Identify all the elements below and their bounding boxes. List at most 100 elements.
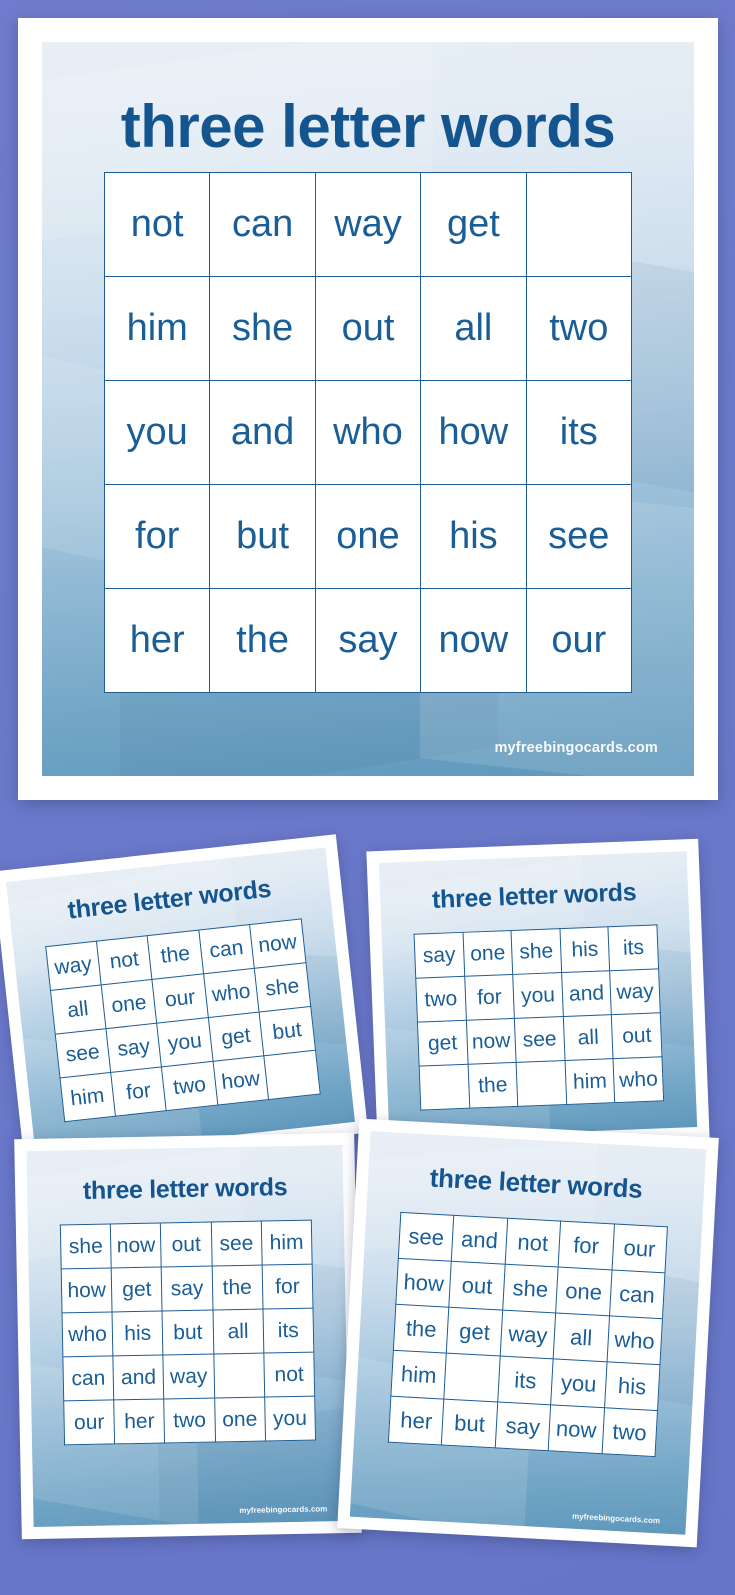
bingo-cell[interactable]: all [563,1014,614,1061]
bingo-cell[interactable]: our [63,1399,115,1445]
bingo-cell[interactable]: but [162,1310,214,1355]
bingo-cell[interactable]: can [62,1355,114,1401]
bingo-cell[interactable]: his [112,1310,164,1356]
bingo-cell[interactable]: say [414,932,465,979]
bingo-cell[interactable]: get [446,1307,503,1357]
bingo-cell[interactable]: for [110,1066,167,1117]
bingo-cell[interactable]: get [417,1020,468,1067]
bingo-cell[interactable]: she [60,1223,112,1269]
bingo-cell[interactable]: one [462,930,513,977]
bingo-cell[interactable]: say [495,1401,551,1451]
bingo-cell[interactable]: our [611,1224,668,1273]
bingo-cell[interactable]: all [49,984,106,1035]
bingo-cell[interactable]: who [203,968,260,1018]
bingo-card-thumbnail-4[interactable]: three letter words see and not for our how out… [337,1118,719,1548]
bingo-cell[interactable]: now [110,1223,162,1268]
bingo-cell[interactable]: its [525,380,633,486]
bingo-cell[interactable]: how [212,1055,269,1106]
bingo-cell[interactable]: two [164,1398,216,1443]
bingo-card-thumbnail-2[interactable]: three letter words say one she his its two for… [366,838,710,1152]
bingo-cell[interactable]: her [103,588,211,694]
bingo-grid[interactable]: see and not for our how out she one can the get way a… [387,1211,668,1458]
bingo-cell[interactable]: one [214,1397,266,1442]
bingo-card-thumbnail-3[interactable]: three letter words she now out see him how get… [14,1132,362,1540]
bingo-cell[interactable]: how [420,380,527,486]
bingo-cell[interactable]: our [525,588,633,694]
bingo-cell[interactable]: way [499,1310,556,1359]
bingo-cell[interactable]: out [449,1261,505,1311]
bingo-cell[interactable]: way [609,968,661,1015]
bingo-cell[interactable]: out [160,1222,212,1267]
bingo-card-thumbnail-1[interactable]: three letter words way not the can now all one… [0,834,369,1170]
bingo-cell[interactable]: she [254,962,311,1013]
bingo-cell[interactable]: her [388,1396,445,1446]
bingo-cell[interactable]: his [604,1361,660,1411]
bingo-cell[interactable]: get [111,1266,163,1312]
bingo-cell[interactable]: how [61,1267,113,1313]
bingo-cell[interactable]: not [103,172,211,278]
bingo-cell[interactable]: her [113,1398,165,1444]
bingo-cell[interactable]: and [451,1215,508,1265]
bingo-cell[interactable]: its [497,1356,554,1405]
bingo-cell[interactable]: for [261,1264,313,1310]
bingo-cell[interactable]: she [502,1264,559,1314]
bingo-cell[interactable]: his [559,926,610,973]
bingo-cell-free[interactable] [525,172,633,278]
bingo-grid[interactable]: say one she his its two for you and way get now see a… [413,924,665,1111]
bingo-cell[interactable]: how [395,1258,452,1308]
bingo-cell[interactable]: but [441,1399,498,1448]
bingo-cell[interactable]: she [209,276,316,382]
bingo-cell[interactable]: all [553,1313,610,1362]
bingo-cell[interactable]: the [393,1304,450,1354]
bingo-cell[interactable]: two [415,976,467,1023]
bingo-cell[interactable]: all [420,276,527,382]
bingo-cell[interactable]: the [209,588,316,694]
bingo-cell[interactable]: say [314,588,422,694]
bingo-cell[interactable]: our [152,973,209,1024]
bingo-grid[interactable]: not can way get him she out all two you and who how i… [103,172,633,694]
bingo-cell-free[interactable] [516,1060,567,1107]
bingo-cell[interactable]: two [525,276,633,382]
bingo-cell[interactable]: you [512,972,564,1019]
bingo-cell[interactable]: see [210,1221,262,1267]
bingo-cell[interactable]: but [209,484,316,590]
bingo-cell[interactable]: she [511,928,562,975]
bingo-cell[interactable]: you [550,1358,607,1408]
bingo-cell-free[interactable] [419,1064,470,1111]
bingo-cell[interactable]: and [113,1354,165,1400]
bingo-grid[interactable]: way not the can now all one our who she see say you g… [44,918,321,1123]
bingo-cell[interactable]: see [514,1016,565,1063]
bingo-cell[interactable]: way [314,172,422,278]
bingo-cell[interactable]: for [103,484,211,590]
bingo-cell[interactable]: him [103,276,211,382]
bingo-cell[interactable]: but [259,1006,315,1056]
bingo-cell[interactable]: say [161,1266,213,1311]
bingo-cell[interactable]: the [467,1062,518,1109]
bingo-cell[interactable]: out [314,276,422,382]
bingo-cell[interactable]: its [608,924,659,971]
bingo-cell[interactable]: see [398,1212,455,1262]
bingo-cell[interactable]: his [420,484,527,590]
bingo-card-main[interactable]: three letter words not can way get him she out… [18,18,718,800]
bingo-cell[interactable]: you [103,380,211,486]
bingo-cell[interactable]: say [105,1023,162,1073]
bingo-cell[interactable]: two [161,1061,218,1111]
bingo-cell-free[interactable] [263,1050,320,1100]
bingo-cell[interactable]: two [601,1407,658,1457]
bingo-cell[interactable]: him [59,1072,116,1122]
bingo-cell[interactable]: the [147,930,204,980]
bingo-cell[interactable]: and [209,380,316,486]
bingo-cell[interactable]: can [209,172,316,278]
bingo-grid[interactable]: she now out see him how get say the for who his but a… [59,1219,317,1446]
bingo-cell[interactable]: can [609,1269,665,1319]
bingo-cell[interactable]: who [606,1315,663,1365]
bingo-cell[interactable]: now [249,919,306,969]
bingo-cell[interactable]: not [96,935,153,985]
bingo-cell[interactable]: you [264,1396,316,1442]
bingo-cell[interactable]: him [261,1220,313,1266]
bingo-cell[interactable]: not [504,1218,561,1268]
bingo-cell-free[interactable] [213,1353,265,1399]
bingo-cell[interactable]: the [211,1265,263,1311]
bingo-cell[interactable]: now [466,1018,517,1065]
bingo-cell[interactable]: get [208,1012,264,1062]
